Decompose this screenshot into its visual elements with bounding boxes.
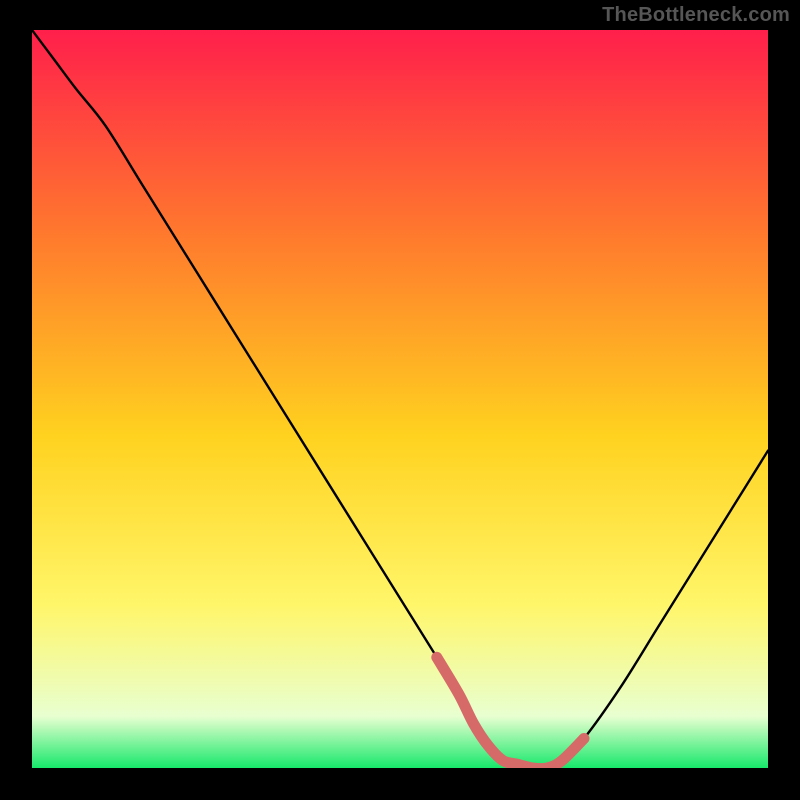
chart-frame: TheBottleneck.com	[0, 0, 800, 800]
watermark-text: TheBottleneck.com	[602, 4, 790, 27]
bottleneck-plot	[32, 30, 768, 768]
gradient-background	[32, 30, 768, 768]
plot-area	[32, 30, 768, 768]
